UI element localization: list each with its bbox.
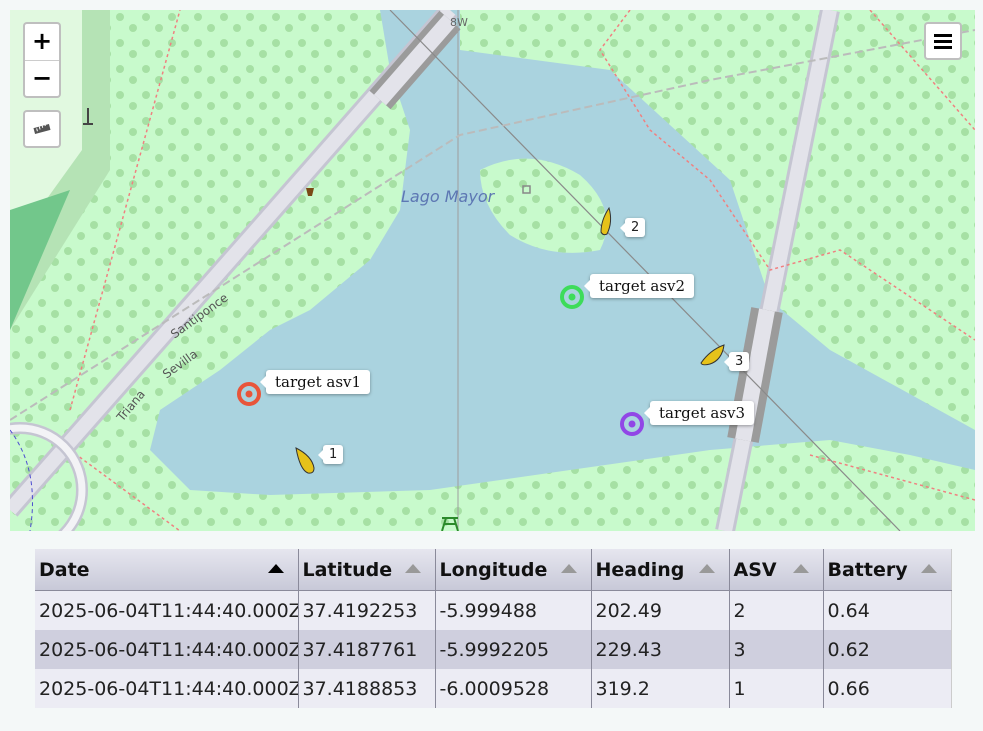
sort-arrow-icon[interactable]: [698, 564, 715, 573]
table-cell: 2025-06-04T11:44:40.000Z: [35, 590, 299, 630]
table-cell: 2025-06-04T11:44:40.000Z: [35, 630, 299, 669]
table-body: 2025-06-04T11:44:40.000Z 37.4192253 -5.999…: [35, 590, 952, 708]
table-cell: 229.43: [591, 630, 730, 669]
vessel-marker-2[interactable]: [595, 206, 617, 238]
column-header-label: Latitude: [302, 558, 393, 581]
layers-button[interactable]: [924, 22, 962, 60]
map-tiles: [10, 10, 975, 531]
sort-arrow-icon[interactable]: [404, 564, 421, 573]
target-marker-asv3[interactable]: [618, 410, 646, 438]
table-cell: 202.49: [591, 590, 730, 630]
sort-arrow-icon[interactable]: [792, 564, 809, 573]
table-header-row: Date Latitude Longitude Heading ASV Battery: [35, 549, 952, 591]
table-cell: 2: [729, 590, 824, 630]
column-header-label: ASV: [733, 558, 777, 581]
table-cell: 3: [729, 630, 824, 669]
column-header-battery[interactable]: Battery: [823, 549, 952, 591]
zoom-in-button[interactable]: +: [25, 24, 59, 61]
target-marker-asv1[interactable]: [235, 380, 263, 408]
table-row[interactable]: 2025-06-04T11:44:40.000Z 37.4187761 -5.999…: [35, 630, 952, 669]
target-marker-asv2[interactable]: [558, 283, 586, 311]
table-row[interactable]: 2025-06-04T11:44:40.000Z 37.4192253 -5.999…: [35, 590, 952, 630]
table-cell: 37.4187761: [298, 630, 436, 669]
lake-label: Lago Mayor: [401, 187, 495, 206]
table-cell: 319.2: [591, 669, 730, 708]
table-cell: 37.4188853: [298, 669, 436, 708]
target-label-asv1: target asv1: [259, 370, 371, 394]
target-label-asv2: target asv2: [583, 274, 695, 298]
column-header-label: Longitude: [439, 558, 548, 581]
vessel-label-2: 2: [619, 218, 646, 237]
table-cell: -5.999488: [435, 590, 592, 630]
table-cell: 0.66: [823, 669, 952, 708]
vessel-label-1: 1: [317, 445, 344, 464]
column-header-longitude[interactable]: Longitude: [435, 549, 592, 591]
zoom-control: + −: [23, 22, 61, 98]
table-cell: -5.9992205: [435, 630, 592, 669]
telemetry-table: Date Latitude Longitude Heading ASV Battery 2…: [35, 549, 952, 708]
table-cell: 2025-06-04T11:44:40.000Z: [35, 669, 299, 708]
table-row[interactable]: 2025-06-04T11:44:40.000Z 37.4188853 -6.000…: [35, 669, 952, 708]
zoom-out-button[interactable]: −: [25, 61, 59, 97]
vessel-marker-1[interactable]: [292, 446, 318, 476]
column-header-date[interactable]: Date: [35, 549, 299, 591]
table-cell: 1: [729, 669, 824, 708]
table-cell: 37.4192253: [298, 590, 436, 630]
ruler-icon: [33, 123, 51, 134]
table-cell: -6.0009528: [435, 669, 592, 708]
target-label-asv3: target asv3: [643, 401, 755, 425]
sort-arrow-icon[interactable]: [560, 564, 577, 573]
table-cell: 0.62: [823, 630, 952, 669]
column-header-heading[interactable]: Heading: [591, 549, 730, 591]
map-view[interactable]: 8W Lago Mayor Santiponce Sevilla Triana …: [10, 10, 975, 531]
column-header-label: Date: [39, 558, 90, 581]
measure-button[interactable]: [23, 110, 61, 148]
column-header-label: Battery: [827, 558, 908, 581]
column-header-label: Heading: [595, 558, 685, 581]
column-header-latitude[interactable]: Latitude: [298, 549, 436, 591]
sort-arrow-icon[interactable]: [267, 564, 284, 573]
road-tag: 8W: [450, 16, 468, 29]
table-cell: 0.64: [823, 590, 952, 630]
vessel-label-3: 3: [723, 352, 750, 371]
sort-arrow-icon[interactable]: [920, 564, 937, 573]
column-header-asv[interactable]: ASV: [729, 549, 824, 591]
layers-icon: [934, 34, 952, 49]
